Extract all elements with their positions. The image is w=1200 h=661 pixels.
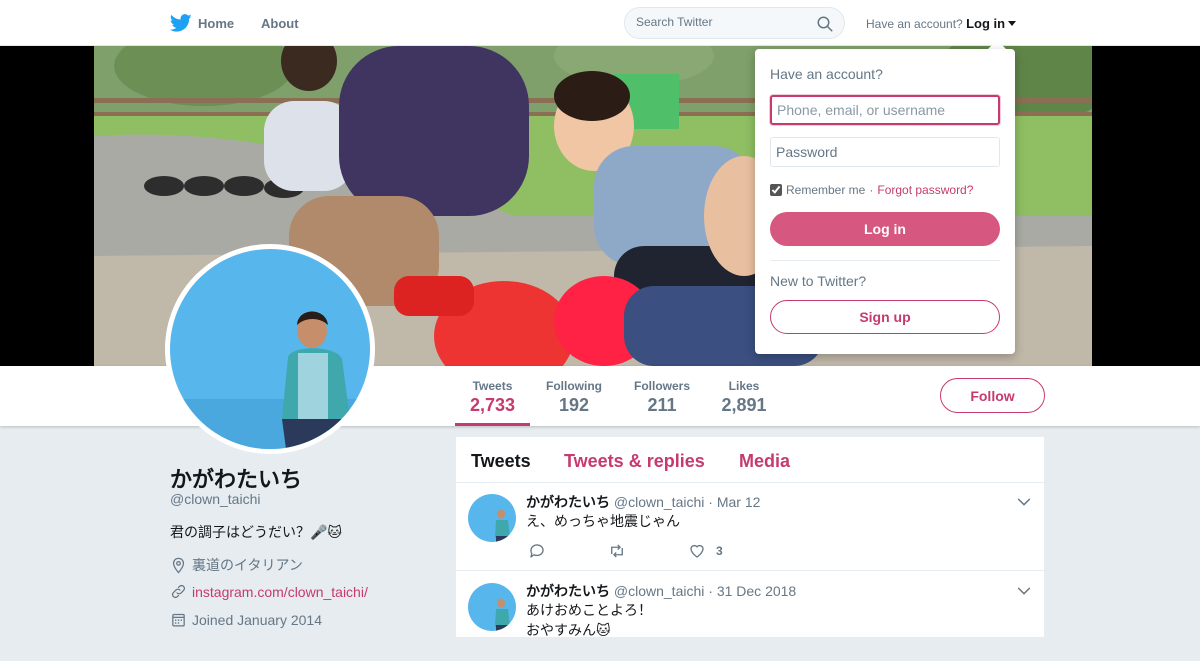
timeline: Tweets Tweets & replies Media かがわたいち @cl… (456, 437, 1044, 638)
chevron-down-icon[interactable] (1016, 494, 1032, 510)
tab-tweets-and-replies[interactable]: Tweets & replies (564, 451, 705, 472)
calendar-icon (172, 613, 185, 627)
reply-icon (530, 544, 544, 558)
tweet[interactable]: かがわたいち @clown_taichi · 31 Dec 2018 あけおめこ… (456, 571, 1044, 661)
tweet[interactable]: かがわたいち @clown_taichi · Mar 12 え、めっちゃ地震じゃ… (456, 483, 1044, 571)
profile-location-text: 裏道のイタリアン (192, 557, 303, 573)
profile-bio: 君の調子はどうだい？🎤🐱 (170, 524, 343, 540)
profile-link-url[interactable]: instagram.com/clown_taichi/ (192, 584, 368, 600)
caret-down-icon (1008, 21, 1017, 26)
like-count: 3 (716, 544, 723, 558)
stat-following-label: Following (546, 379, 602, 393)
stat-tweets-value: 2,733 (469, 395, 516, 415)
password-input[interactable] (770, 137, 1000, 167)
tweet-text-line: あけおめことよろ！ (526, 602, 652, 618)
forgot-password-link[interactable]: Forgot password? (877, 183, 973, 197)
tweet-text-line: え、めっちゃ地震じゃん (526, 513, 680, 529)
profile-name: かがわたいち (170, 467, 303, 492)
nav-about-link[interactable]: About (261, 16, 299, 31)
login-dropdown: Have an account? Remember me · Forgot pa… (755, 49, 1015, 354)
tweet-text: あけおめことよろ！ おやすみん🐱 (526, 600, 652, 640)
avatar-image (170, 249, 370, 449)
tweet-text-line: おやすみん🐱 (526, 622, 611, 638)
stat-likes-label: Likes (728, 379, 760, 393)
search-box[interactable] (624, 7, 845, 39)
top-nav: Home About Have an account? Log in (0, 0, 1200, 46)
stat-followers[interactable]: Followers 211 (628, 366, 696, 426)
search-input[interactable] (636, 15, 806, 29)
login-link-label: Log in (966, 16, 1006, 31)
tweet-author-name[interactable]: かがわたいち (526, 583, 610, 599)
username-input[interactable] (770, 95, 1000, 125)
remember-me-checkbox[interactable] (770, 184, 782, 196)
remember-row: Remember me · Forgot password? (770, 183, 973, 197)
stat-tweets[interactable]: Tweets 2,733 (455, 366, 530, 426)
stat-followers-value: 211 (647, 395, 677, 415)
chevron-down-icon[interactable] (1016, 583, 1032, 599)
stat-following-value: 192 (558, 395, 590, 415)
tweet-date[interactable]: · 31 Dec 2018 (708, 583, 796, 599)
tab-tweets[interactable]: Tweets (471, 451, 531, 472)
stat-followers-label: Followers (633, 379, 690, 393)
profile-link: instagram.com/clown_taichi/ (170, 583, 368, 600)
account-prompt-text: Have an account? (866, 17, 963, 31)
stat-tweets-label: Tweets (472, 379, 513, 393)
stat-likes-value: 2,891 (721, 395, 767, 415)
tweet-author-handle[interactable]: @clown_taichi (614, 494, 704, 510)
tweet-header: かがわたいち @clown_taichi · 31 Dec 2018 (526, 581, 796, 601)
profile-avatar[interactable] (165, 244, 375, 454)
tweet-author-name[interactable]: かがわたいち (526, 494, 610, 510)
profile-location: 裏道のイタリアン (170, 555, 303, 575)
like-button[interactable]: 3 (688, 542, 723, 560)
reply-button[interactable] (528, 542, 546, 560)
link-icon (171, 584, 186, 599)
separator-dot: · (869, 183, 874, 197)
tweet-avatar[interactable] (468, 583, 516, 631)
profile-handle: @clown_taichi (170, 491, 261, 507)
new-to-twitter-prompt: New to Twitter? (770, 273, 867, 289)
twitter-bird-icon (170, 14, 192, 32)
login-dropdown-title: Have an account? (770, 66, 883, 82)
signup-button[interactable]: Sign up (770, 300, 1000, 334)
tweet-avatar[interactable] (468, 494, 516, 542)
login-dropdown-toggle[interactable]: Log in (966, 16, 1017, 31)
stat-likes[interactable]: Likes 2,891 (716, 366, 772, 426)
remember-me-label[interactable]: Remember me (786, 183, 865, 197)
profile-joined-text: Joined January 2014 (192, 611, 322, 628)
tab-media[interactable]: Media (739, 451, 790, 472)
nav-home-label: Home (198, 15, 235, 31)
dropdown-caret (988, 40, 1006, 49)
tweet-header: かがわたいち @clown_taichi · Mar 12 (526, 492, 760, 512)
retweet-icon (611, 544, 623, 558)
tweet-text: え、めっちゃ地震じゃん (526, 511, 680, 531)
tweet-author-handle[interactable]: @clown_taichi (614, 583, 704, 599)
search-icon[interactable] (816, 15, 834, 33)
account-prompt: Have an account? Log in (866, 16, 1017, 31)
nav-home-link[interactable]: Home (170, 12, 234, 34)
login-button[interactable]: Log in (770, 212, 1000, 246)
tweet-date[interactable]: · Mar 12 (708, 494, 760, 510)
profile-joined: Joined January 2014 (170, 611, 322, 628)
location-pin-icon (172, 557, 185, 574)
heart-icon (690, 544, 704, 558)
follow-button[interactable]: Follow (940, 378, 1045, 413)
divider (770, 260, 1000, 261)
stat-following[interactable]: Following 192 (540, 366, 608, 426)
retweet-button[interactable] (608, 542, 626, 560)
timeline-tabs: Tweets Tweets & replies Media (456, 437, 1044, 483)
